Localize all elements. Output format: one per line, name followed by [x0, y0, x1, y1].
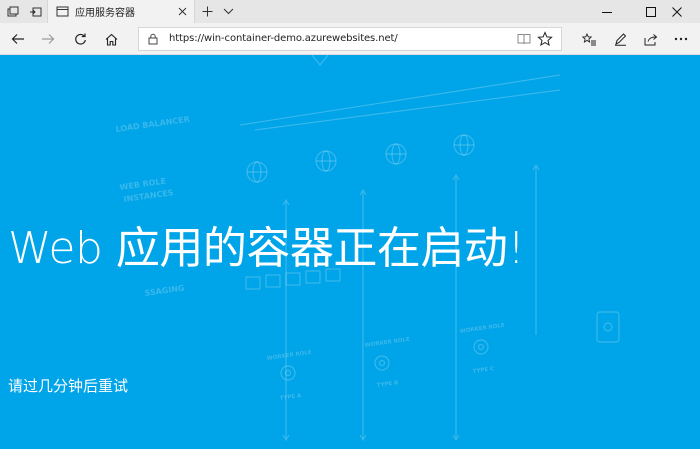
- page-headline: Web 应用的容器正在启动!: [8, 223, 525, 274]
- bg-label-worker-role-3: WORKER ROLE: [459, 323, 505, 335]
- url-text[interactable]: https://win-container-demo.azurewebsites…: [169, 33, 398, 44]
- more-icon[interactable]: [668, 27, 694, 51]
- star-icon[interactable]: [537, 31, 553, 47]
- navigation-bar: https://win-container-demo.azurewebsites…: [0, 23, 700, 55]
- share-icon[interactable]: [638, 27, 664, 51]
- bg-label-load-balancer: LOAD BALANCER: [115, 115, 190, 134]
- close-tab-icon[interactable]: [175, 4, 189, 18]
- bg-label-worker-role-2: WORKER ROLE: [364, 337, 410, 349]
- page-subtitle: 请过几分钟后重试: [8, 377, 129, 395]
- forward-arrow-icon[interactable]: [35, 27, 61, 51]
- tab-strip: 应用服务容器: [0, 0, 700, 23]
- refresh-icon[interactable]: [67, 27, 93, 51]
- tab-actions-icon[interactable]: [2, 0, 24, 23]
- favorites-hub-icon[interactable]: [576, 27, 602, 51]
- set-aside-tabs-icon[interactable]: [24, 0, 46, 23]
- tab-active[interactable]: 应用服务容器: [47, 0, 195, 23]
- chevron-down-icon[interactable]: [218, 0, 238, 23]
- reading-view-icon[interactable]: [517, 32, 531, 46]
- back-arrow-icon[interactable]: [5, 27, 31, 51]
- home-icon[interactable]: [98, 27, 124, 51]
- close-window-icon[interactable]: [654, 0, 700, 23]
- minimize-icon[interactable]: [584, 0, 630, 23]
- page-content: LOAD BALANCER WEB ROLE INSTANCES SSAGING…: [0, 55, 700, 449]
- bg-label-type-b: TYPE B: [376, 380, 398, 389]
- tab-title: 应用服务容器: [75, 8, 135, 19]
- address-bar[interactable]: https://win-container-demo.azurewebsites…: [138, 27, 562, 51]
- bg-label-type-c: TYPE C: [472, 366, 494, 375]
- bg-label-type-a: TYPE A: [279, 393, 302, 402]
- bg-label-messaging: SSAGING: [144, 283, 185, 298]
- bg-label-worker-role-1: WORKER ROLE: [266, 350, 312, 362]
- page-favicon-icon: [56, 6, 69, 17]
- lock-icon: [148, 33, 158, 45]
- new-tab-icon[interactable]: [197, 0, 217, 23]
- pen-icon[interactable]: [607, 27, 633, 51]
